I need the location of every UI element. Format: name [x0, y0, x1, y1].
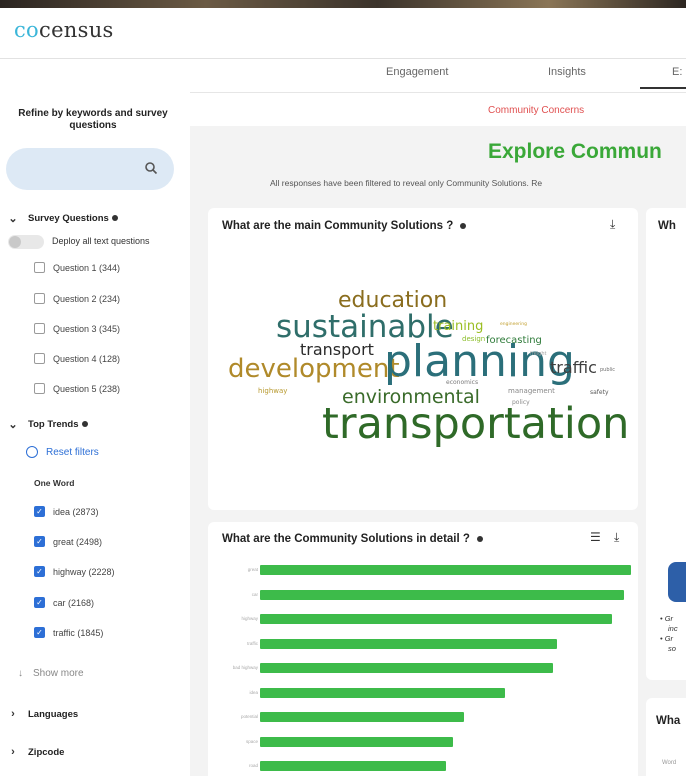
word-cloud-word: freight [530, 351, 547, 357]
bar[interactable] [260, 761, 446, 771]
right-card-bullets: • Gr inc • Gr so [660, 614, 678, 653]
bar-row: car [232, 589, 638, 600]
info-icon [81, 421, 88, 427]
page-title: Explore Commun [488, 140, 662, 163]
bar-label: road [248, 763, 258, 768]
search-icon[interactable] [144, 161, 158, 175]
chevron-right-icon: › [11, 708, 15, 720]
header-divider [0, 58, 686, 59]
bar-row: great [232, 565, 638, 575]
reset-filters-button[interactable]: Reset filters [26, 446, 99, 458]
tab-insights[interactable]: Insights [548, 66, 586, 78]
header-image-strip [0, 0, 686, 8]
bar-row: road [232, 761, 638, 771]
trend-checkbox[interactable]: ✓ traffic (1845) [34, 627, 103, 638]
filter-icon[interactable]: ☰ [590, 530, 601, 544]
bar-row: potential [232, 712, 638, 722]
arrow-down-icon: ↓ [18, 668, 23, 679]
chart-icon [668, 562, 686, 602]
question-checkbox[interactable]: Question 5 (238) [34, 383, 120, 394]
chevron-down-icon: ⌄ [8, 213, 18, 225]
bar-row: bad highway [232, 663, 638, 673]
bar[interactable] [260, 663, 554, 673]
bar[interactable] [260, 614, 613, 624]
tab-explore[interactable]: E: [672, 66, 682, 78]
bar-row: idea [232, 687, 638, 698]
word-cloud-title: What are the main Community Solutions ? [222, 220, 467, 232]
bar[interactable] [260, 638, 557, 649]
community-concerns-link[interactable]: Community Concerns [488, 105, 584, 116]
top-tabs: Engagement Insights E: [0, 62, 686, 89]
info-icon [460, 223, 467, 229]
download-icon[interactable]: ⤓ [610, 217, 615, 232]
right-card-title: Wh [658, 220, 676, 232]
download-icon[interactable]: ⤓ [614, 530, 619, 545]
bar[interactable] [260, 565, 631, 575]
word-cloud-word: training [433, 319, 484, 334]
bar-row: traffic [232, 638, 638, 649]
bar-label: highway [241, 616, 258, 621]
question-checkbox[interactable]: Question 4 (128) [34, 353, 120, 364]
word-cloud-word: management [508, 387, 555, 395]
word-cloud-word: development [228, 354, 400, 384]
bar[interactable] [260, 687, 505, 698]
bar-label: potential [240, 714, 258, 719]
top-trends-section[interactable]: ⌄ Top Trends [8, 418, 88, 431]
bar[interactable] [260, 712, 465, 722]
tab-engagement[interactable]: Engagement [386, 66, 448, 78]
chevron-right-icon: › [11, 746, 15, 758]
word-cloud-word: transportation [322, 399, 630, 449]
reset-icon [26, 446, 38, 458]
tabs-divider [190, 92, 686, 93]
bar-row: space [232, 736, 638, 747]
cocensus-logo[interactable]: cocensus [14, 18, 114, 42]
word-cloud-word: planning [384, 336, 575, 387]
info-icon [111, 215, 118, 221]
survey-questions-section[interactable]: ⌄ Survey Questions [8, 212, 118, 225]
trend-checkbox[interactable]: ✓ car (2168) [34, 597, 94, 608]
bottom-right-card-sub: Word [662, 760, 677, 766]
question-checkbox[interactable]: Question 2 (234) [34, 293, 120, 304]
word-cloud-word: policy [512, 399, 530, 406]
bar-row: highway [232, 614, 638, 624]
word-cloud-word: highway [258, 387, 288, 395]
info-icon [476, 536, 483, 542]
question-checkbox[interactable]: Question 3 (345) [34, 323, 120, 334]
bar-label: idea [249, 689, 258, 695]
refine-title: Refine by keywords and survey questions [18, 108, 168, 131]
word-cloud-word: traffic [550, 358, 597, 377]
deploy-toggle[interactable] [8, 235, 44, 249]
one-word-label: One Word [34, 478, 75, 488]
bar-label: bad highway [232, 665, 258, 670]
languages-section[interactable]: › Languages [8, 708, 78, 720]
bar[interactable] [260, 736, 453, 747]
word-cloud-word: safety [590, 389, 609, 396]
bar-label: traffic [247, 640, 258, 646]
bottom-right-card-title: Wha [656, 715, 681, 727]
trend-checkbox[interactable]: ✓ idea (2873) [34, 506, 99, 517]
word-cloud-word: economics [446, 379, 479, 386]
search-input[interactable] [6, 148, 174, 190]
trend-checkbox[interactable]: ✓ highway (2228) [34, 566, 115, 577]
show-more-button[interactable]: ↓ Show more [18, 668, 84, 679]
deploy-label: Deploy all text questions [52, 236, 150, 246]
bar-label: car [251, 591, 258, 597]
word-cloud-word: public [600, 367, 616, 373]
sidebar: Refine by keywords and survey questions … [0, 92, 190, 776]
word-cloud-word: design [462, 335, 486, 343]
bar-chart-title: What are the Community Solutions in deta… [222, 533, 483, 545]
bar[interactable] [260, 589, 624, 600]
zipcode-section[interactable]: › Zipcode [8, 746, 64, 758]
bar-chart: great car highway traffic bad highway idea pot… [232, 565, 638, 776]
bar-label: great [247, 567, 258, 572]
filtered-note: All responses have been filtered to reve… [270, 178, 543, 188]
word-cloud-word: engineering [500, 322, 527, 327]
right-card [646, 208, 686, 680]
active-tab-underline [640, 87, 686, 89]
chevron-down-icon: ⌄ [8, 419, 18, 431]
bar-label: space [245, 738, 258, 744]
question-checkbox[interactable]: Question 1 (344) [34, 262, 120, 273]
trend-checkbox[interactable]: ✓ great (2498) [34, 536, 102, 547]
